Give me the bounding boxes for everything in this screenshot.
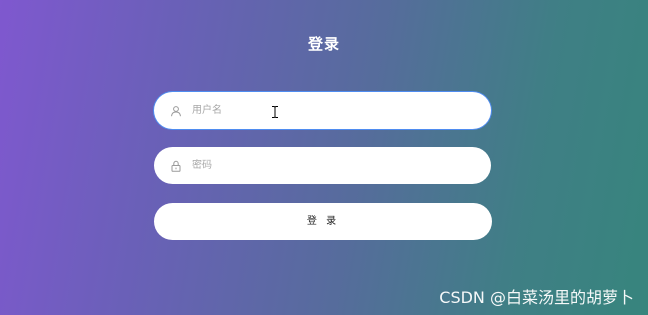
watermark: CSDN @白菜汤里的胡萝卜 xyxy=(439,288,634,307)
user-icon xyxy=(170,105,182,117)
username-input[interactable] xyxy=(192,92,491,129)
password-input[interactable] xyxy=(192,147,491,184)
username-field[interactable] xyxy=(154,92,491,129)
password-field[interactable] xyxy=(154,147,491,184)
lock-icon xyxy=(170,160,182,172)
page-title: 登录 xyxy=(307,35,340,53)
text-cursor-icon xyxy=(272,106,278,118)
login-button[interactable]: 登 录 xyxy=(154,203,492,240)
